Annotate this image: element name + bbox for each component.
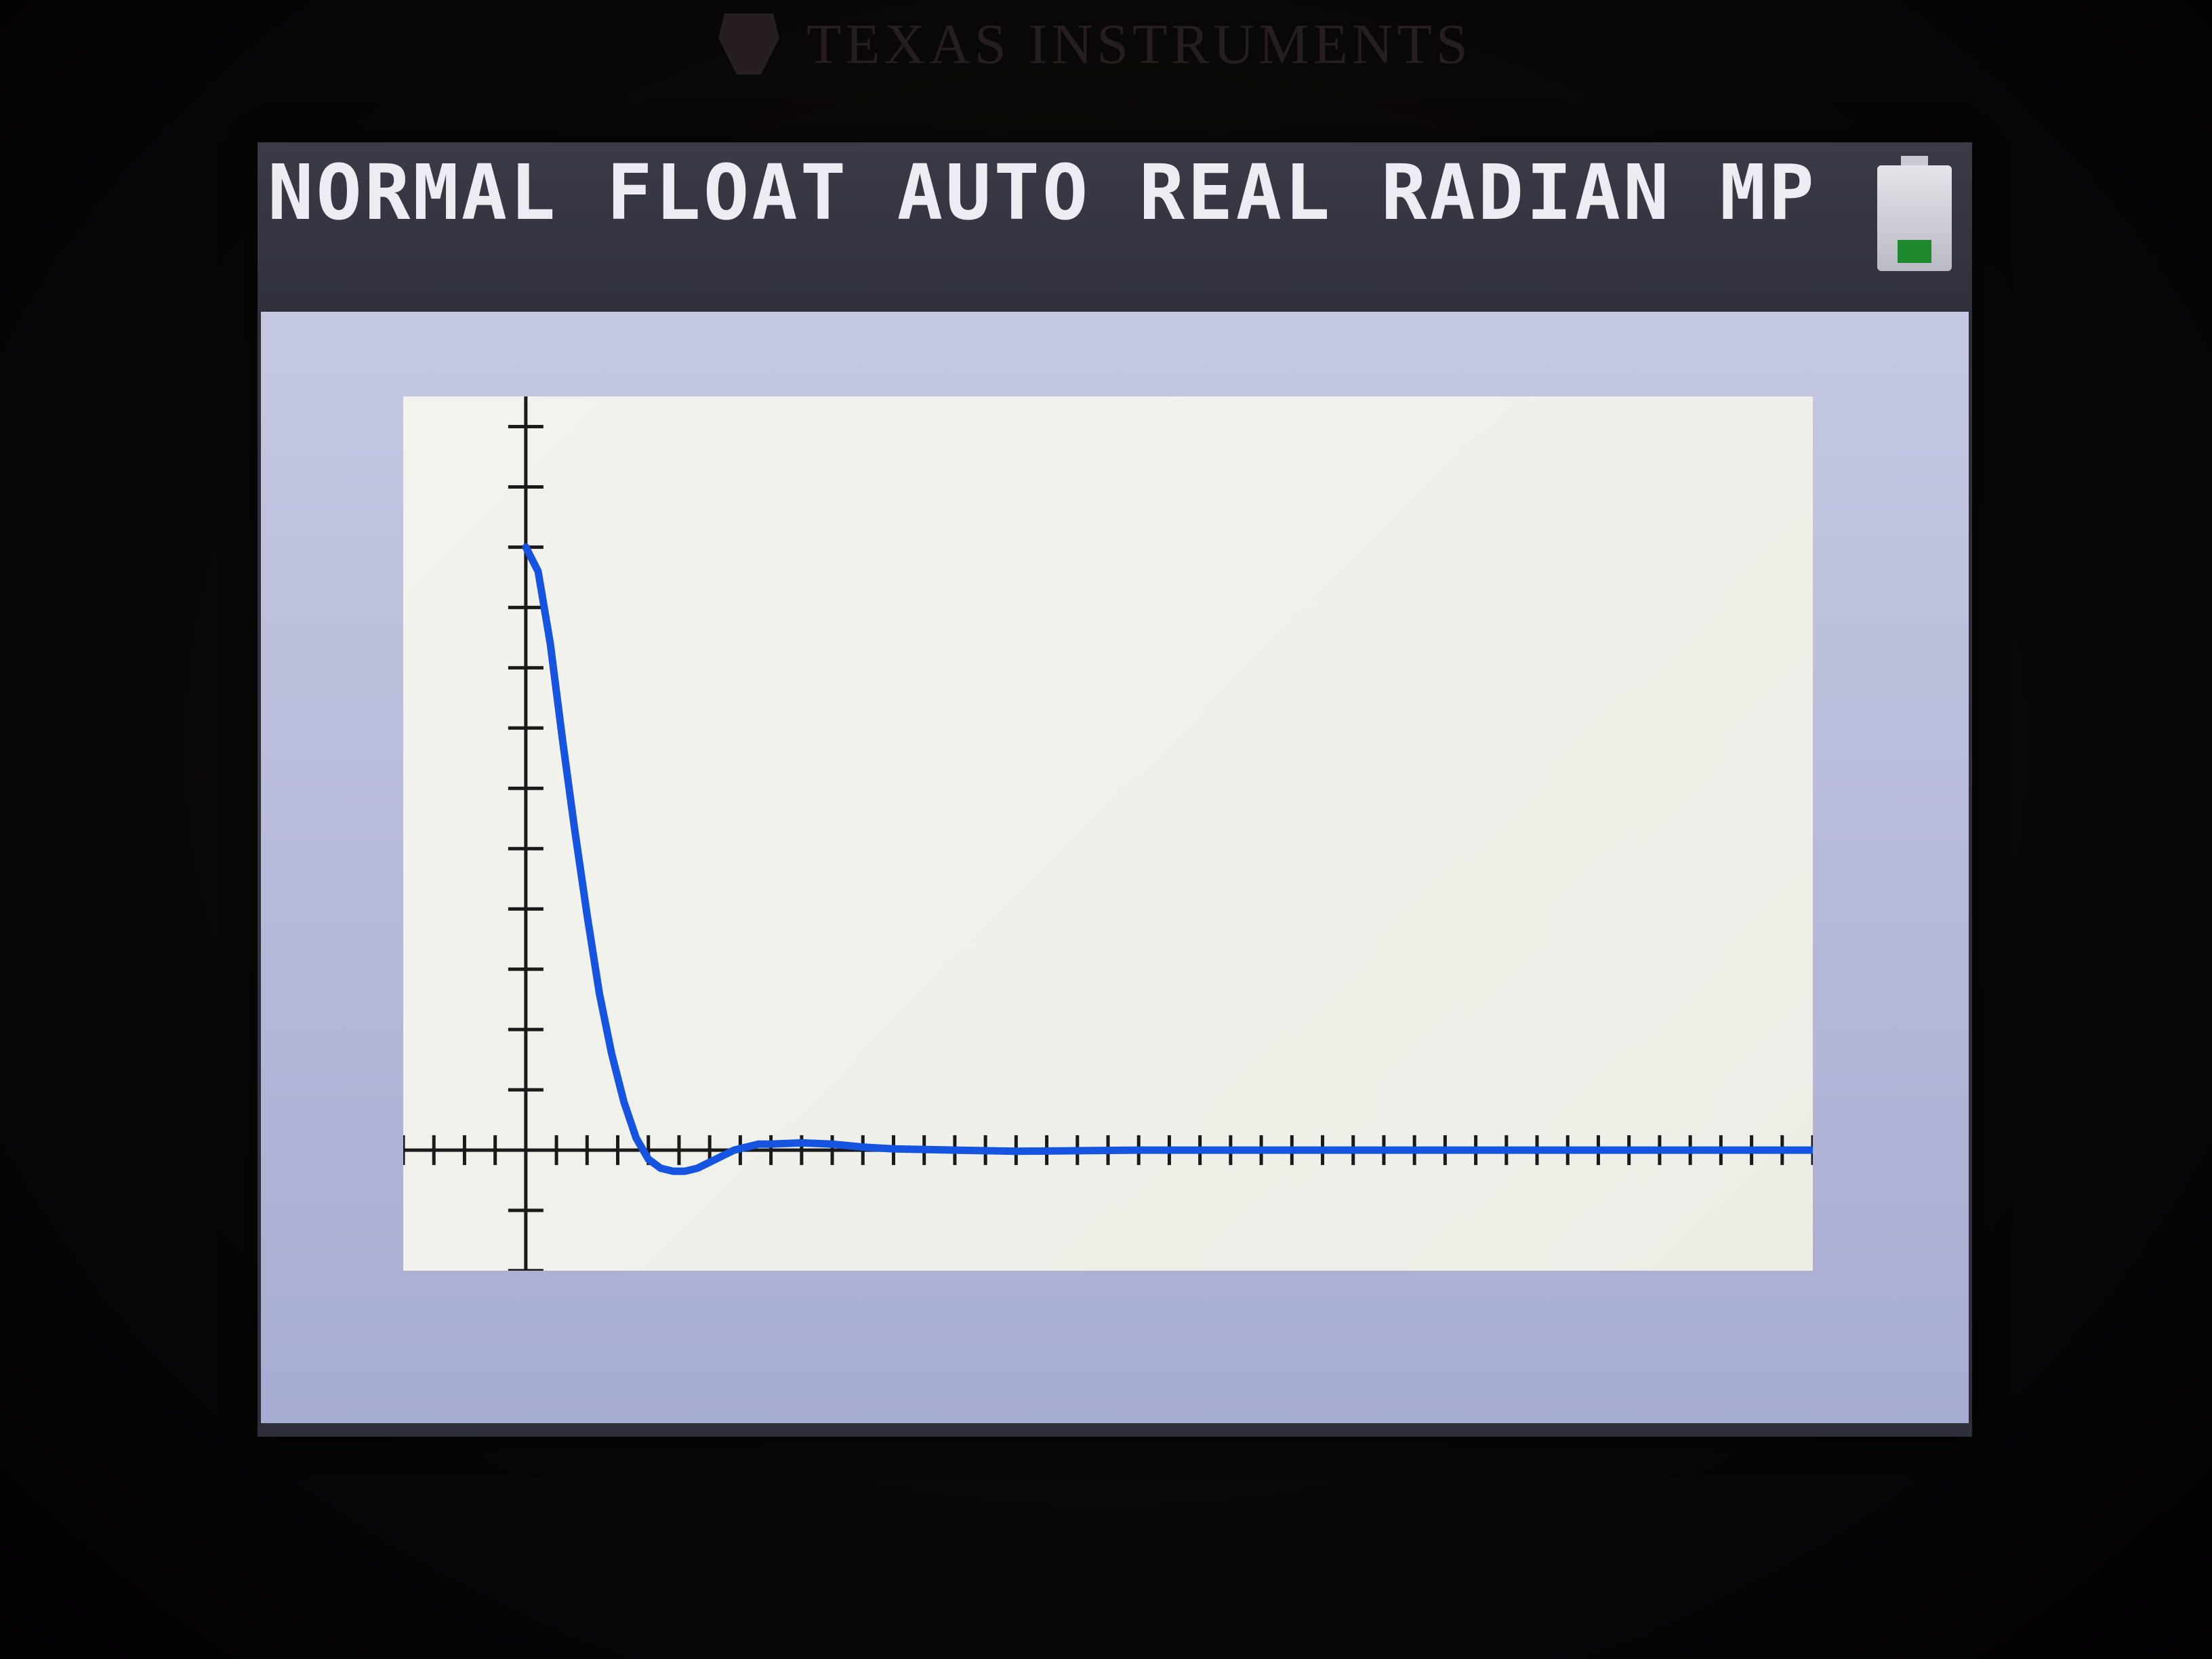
axes-group	[403, 396, 1813, 1271]
brand-logo: TEXAS INSTRUMENTS	[718, 7, 1532, 81]
plot-window	[403, 396, 1813, 1271]
mode-status-text: NORMAL FLOAT AUTO REAL RADIAN MP	[268, 149, 1817, 237]
brand-text: TEXAS INSTRUMENTS	[806, 12, 1472, 76]
curve-group	[522, 543, 1813, 1175]
battery-icon	[1877, 156, 1952, 271]
series-line-0	[522, 543, 1813, 1175]
battery-fill	[1898, 240, 1931, 263]
ti-logo-icon	[718, 14, 779, 75]
plot-svg	[403, 396, 1813, 1271]
